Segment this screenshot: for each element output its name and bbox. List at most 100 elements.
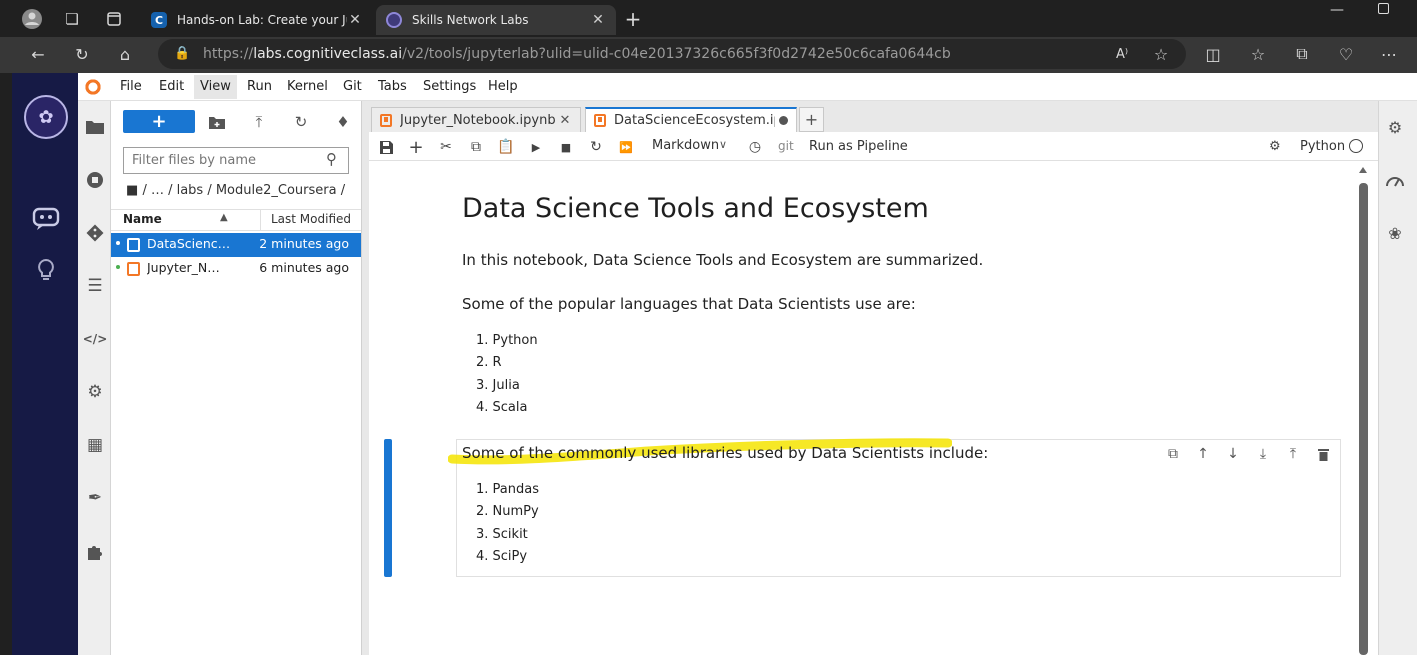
close-tab-icon[interactable]: ✕ — [590, 12, 606, 28]
scrollbar-thumb[interactable] — [1359, 183, 1368, 655]
column-modified-header[interactable]: Last Modified — [271, 212, 351, 226]
code-snippets-icon[interactable]: </> — [83, 327, 108, 351]
components-icon[interactable]: ✒ — [83, 486, 107, 510]
move-up-icon[interactable]: ↑ — [1193, 445, 1213, 463]
save-icon[interactable] — [376, 137, 396, 157]
copy-icon[interactable]: ⧉ — [466, 137, 486, 157]
url-path: /v2/tools/jupyterlab?ulid=ulid-c04e20137… — [402, 46, 951, 62]
chevron-down-icon[interactable]: ∨ — [719, 138, 727, 151]
file-row[interactable]: Jupyter_N… 6 minutes ago — [111, 257, 361, 281]
notebook-icon — [594, 114, 606, 127]
upload-icon[interactable]: ⤒ — [248, 111, 270, 133]
add-tab-button[interactable]: + — [799, 107, 824, 132]
menu-file[interactable]: File — [114, 79, 148, 94]
tab-actions-icon[interactable] — [102, 7, 126, 31]
read-aloud-icon[interactable]: A⁾ — [1110, 42, 1134, 66]
refresh-files-icon[interactable]: ↻ — [290, 111, 312, 133]
git-clone-icon[interactable]: ♦ — [332, 111, 354, 133]
git-icon[interactable] — [83, 221, 107, 245]
cell-type-select[interactable]: Markdown — [652, 138, 719, 153]
profile-avatar-icon[interactable] — [20, 7, 44, 31]
maximize-window-button[interactable] — [1378, 3, 1389, 14]
file-modified: 6 minutes ago — [259, 260, 349, 275]
move-down-icon[interactable]: ↓ — [1223, 445, 1243, 463]
split-screen-icon[interactable]: ◫ — [1201, 42, 1225, 66]
favorite-star-icon[interactable]: ☆ — [1149, 42, 1173, 66]
menu-help[interactable]: Help — [482, 79, 524, 94]
sort-ascending-icon[interactable]: ▲ — [220, 212, 228, 223]
debugger-bug-icon[interactable]: ❀ — [1383, 221, 1407, 245]
notebook-file-icon — [127, 238, 140, 252]
refresh-icon[interactable]: ↻ — [70, 42, 94, 66]
delete-cell-icon[interactable] — [1313, 445, 1333, 463]
menu-tabs[interactable]: Tabs — [372, 79, 413, 94]
jupyterlab-menubar — [78, 73, 1417, 101]
browser-essentials-icon[interactable]: ♡ — [1334, 42, 1358, 66]
lightbulb-icon[interactable] — [28, 253, 64, 289]
minimize-window-button[interactable]: — — [1330, 2, 1344, 18]
run-icon[interactable]: ▶ — [526, 137, 546, 157]
table-of-contents-icon[interactable]: ☰ — [83, 274, 107, 298]
menu-view[interactable]: View — [194, 75, 237, 99]
git-diff-button[interactable]: git — [778, 139, 794, 153]
panel-splitter[interactable] — [361, 101, 369, 655]
skills-network-logo[interactable]: ✿ — [24, 95, 68, 139]
stop-icon[interactable]: ■ — [556, 137, 576, 157]
extension-manager-icon[interactable] — [83, 539, 107, 563]
menu-run[interactable]: Run — [241, 79, 278, 94]
favorites-icon[interactable]: ☆ — [1246, 42, 1270, 66]
breadcrumb[interactable]: ■ / … / labs / Module2_Coursera / — [126, 183, 345, 198]
fast-forward-icon[interactable]: ⏩ — [616, 137, 636, 157]
breadcrumb-path[interactable]: / … / labs / Module2_Coursera / — [142, 183, 345, 198]
new-launcher-button[interactable]: + — [123, 110, 195, 133]
back-icon[interactable]: ← — [26, 42, 50, 66]
menu-kernel[interactable]: Kernel — [281, 79, 334, 94]
insert-below-icon[interactable]: ⤒ — [1283, 445, 1303, 463]
home-folder-icon[interactable]: ■ — [126, 183, 138, 198]
list-item: 2. NumPy — [476, 504, 539, 520]
tab-datascience-ecosystem[interactable]: DataScienceEcosystem.ipyn — [585, 107, 797, 132]
new-tab-button[interactable]: + — [621, 7, 645, 31]
active-cell-indicator[interactable] — [384, 439, 392, 577]
debugger-icon[interactable]: ⚙ — [1269, 139, 1281, 154]
libraries-list: 1. Pandas 2. NumPy 3. Scikit 4. SciPy — [476, 482, 539, 572]
lock-icon[interactable]: 🔒 — [174, 46, 190, 61]
tab-jupyter-notebook[interactable]: Jupyter_Notebook.ipynb ✕ — [371, 107, 581, 132]
file-row[interactable]: DataScienc… 2 minutes ago — [111, 233, 361, 257]
cut-icon[interactable]: ✂ — [436, 137, 456, 157]
duplicate-cell-icon[interactable]: ⧉ — [1163, 445, 1183, 463]
extension-settings-icon[interactable]: ⚙ — [83, 380, 107, 404]
filter-files-input[interactable] — [123, 147, 349, 174]
workspaces-icon[interactable]: ❏ — [60, 7, 84, 31]
kernel-name[interactable]: Python — [1300, 139, 1345, 154]
scroll-up-arrow[interactable] — [1359, 167, 1367, 173]
clock-icon[interactable]: ◷ — [745, 137, 765, 157]
restart-kernel-icon[interactable]: ↻ — [586, 137, 606, 157]
menu-git[interactable]: Git — [337, 79, 368, 94]
chat-assistant-icon[interactable] — [28, 201, 64, 237]
new-folder-icon[interactable] — [206, 111, 228, 133]
paste-icon[interactable]: 📋 — [496, 137, 516, 157]
property-inspector-icon[interactable]: ▦ — [83, 433, 107, 457]
close-icon[interactable]: ✕ — [558, 113, 572, 128]
folder-icon[interactable] — [83, 115, 107, 139]
unsaved-indicator[interactable] — [779, 116, 788, 125]
browser-tab-hands-on-lab[interactable]: C Hands-on Lab: Create your Jupyt ✕ — [141, 5, 373, 35]
insert-above-icon[interactable]: ⤓ — [1253, 445, 1273, 463]
property-inspector-gears-icon[interactable]: ⚙ — [1383, 115, 1407, 139]
menu-settings[interactable]: Settings — [417, 79, 482, 94]
menu-edit[interactable]: Edit — [153, 79, 190, 94]
running-sessions-icon[interactable] — [83, 168, 107, 192]
kernel-status-icon — [1349, 139, 1363, 153]
home-icon[interactable]: ⌂ — [113, 42, 137, 66]
resource-usage-gauge-icon[interactable] — [1383, 168, 1407, 192]
browser-tab-skills-network[interactable]: Skills Network Labs ✕ — [376, 5, 616, 35]
more-options-icon[interactable]: ⋯ — [1377, 42, 1401, 66]
run-as-pipeline-button[interactable]: Run as Pipeline — [809, 139, 908, 154]
url-text[interactable]: https://labs.cognitiveclass.ai/v2/tools/… — [203, 46, 951, 62]
column-divider[interactable] — [260, 210, 261, 230]
close-tab-icon[interactable]: ✕ — [347, 12, 363, 28]
column-name-header[interactable]: Name — [123, 212, 162, 226]
collections-icon[interactable]: ⧉ — [1290, 42, 1314, 66]
insert-cell-icon[interactable]: + — [406, 137, 426, 158]
